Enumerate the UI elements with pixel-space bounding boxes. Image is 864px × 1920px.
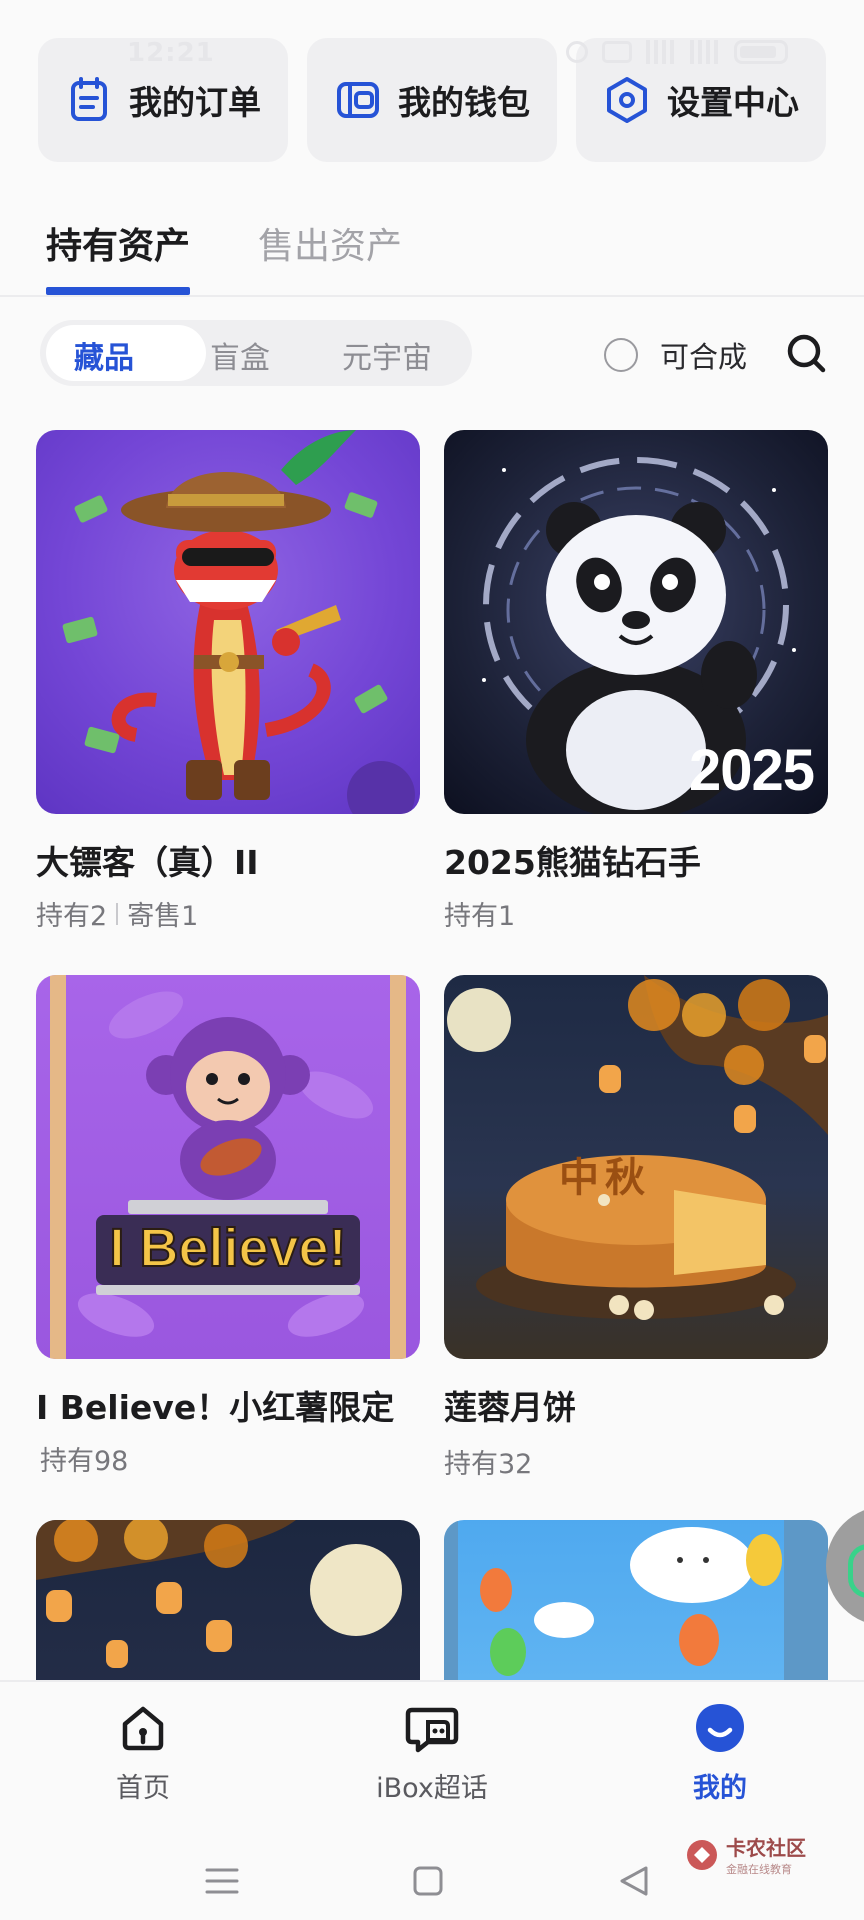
balloons-illustration: [444, 1520, 828, 1680]
asset-thumbnail-monkey: I Believe!: [36, 975, 420, 1359]
synthesizable-filter[interactable]: 可合成: [604, 334, 747, 376]
asset-tabs: 持有资产 售出资产: [0, 205, 864, 297]
asset-card[interactable]: [444, 1520, 828, 1680]
bottom-navigation: 首页 iBox超话 我的: [0, 1680, 864, 1804]
asset-thumbnail-panda: 2025: [444, 430, 828, 814]
meta-divider: [116, 902, 119, 925]
order-list-icon: [71, 77, 107, 121]
asset-card[interactable]: I Believe! I Believe！小红薯限定 持有98: [36, 975, 420, 1477]
cowboy-snake-illustration: [62, 430, 415, 814]
signal-icon-2: [690, 40, 720, 64]
asset-name: I Believe！小红薯限定: [36, 1388, 395, 1427]
nav-item-ibox-topics[interactable]: iBox超话: [332, 1700, 532, 1805]
asset-meta: 持有1: [444, 894, 515, 933]
watermark-subtitle: 金融在线教育: [726, 1863, 792, 1876]
panda-year-label: 2025: [688, 738, 815, 803]
alarm-icon: [566, 41, 588, 63]
asset-held-count: 持有1: [444, 901, 516, 932]
nav-item-home[interactable]: 首页: [43, 1700, 243, 1805]
home-icon: [122, 1706, 164, 1751]
watermark: 卡农社区 金融在线教育: [684, 1832, 806, 1877]
asset-name: 莲蓉月饼: [444, 1388, 576, 1427]
asset-thumbnail-cowboy-snake: [36, 430, 420, 814]
asset-name: 大镖客（真）II: [36, 843, 259, 882]
asset-thumbnail-lantern-moon: [36, 1520, 420, 1680]
i-believe-banner-text: I Believe!: [108, 1217, 347, 1279]
mooncake-stamp-text: 中秋: [559, 1155, 651, 1201]
synthesizable-label: 可合成: [660, 340, 748, 374]
nav-label-ibox-topics: iBox超话: [376, 1773, 488, 1804]
asset-card[interactable]: 大镖客（真）II 持有2 寄售1: [36, 430, 420, 932]
asset-card[interactable]: [36, 1520, 420, 1680]
asset-thumbnail-balloons: [444, 1520, 828, 1680]
segment-metaverse[interactable]: 元宇宙: [342, 333, 432, 377]
watermark-logo-icon: [687, 1839, 717, 1870]
signal-icon: [646, 40, 676, 64]
status-time: 12:21: [127, 38, 215, 68]
hd-icon: [602, 41, 632, 63]
asset-held-count: 持有98: [40, 1446, 129, 1477]
synthesizable-radio[interactable]: [604, 338, 638, 372]
category-segmented-control: 藏品 盲盒 元宇宙: [40, 320, 472, 386]
asset-meta: 持有2 寄售1: [36, 894, 198, 933]
nav-item-profile[interactable]: 我的: [620, 1700, 820, 1805]
home-square-icon[interactable]: [410, 1864, 446, 1898]
status-icons: [566, 40, 788, 64]
menu-icon[interactable]: [204, 1864, 240, 1898]
chat-bubble-icon: [405, 1707, 459, 1753]
asset-name: 2025熊猫钻石手: [444, 843, 701, 882]
nav-label-profile: 我的: [693, 1773, 747, 1804]
asset-held-count: 持有2: [36, 901, 108, 932]
tab-held-assets[interactable]: 持有资产: [46, 217, 190, 269]
battery-icon: [734, 40, 788, 64]
segment-collectibles[interactable]: 藏品: [74, 333, 134, 377]
profile-icon: [696, 1704, 744, 1752]
back-triangle-icon[interactable]: [616, 1864, 652, 1898]
asset-meta: 持有98: [40, 1439, 128, 1478]
status-bar: 12:21: [0, 36, 864, 74]
asset-meta: 持有32: [444, 1442, 532, 1481]
asset-thumbnail-mooncake: 中秋: [444, 975, 828, 1359]
tab-active-indicator: [46, 287, 190, 295]
watermark-title: 卡农社区: [726, 1836, 806, 1860]
segment-blind-box[interactable]: 盲盒: [210, 333, 270, 377]
settings-hex-icon: [607, 77, 647, 123]
asset-held-count: 持有32: [444, 1449, 533, 1480]
monkey-illustration: [50, 975, 406, 1359]
floating-assistant-bubble[interactable]: [826, 1506, 864, 1626]
asset-grid: 大镖客（真）II 持有2 寄售1 2025 2025熊猫钻石手 持有1 I Be…: [36, 430, 828, 1680]
my-orders-label: 我的订单: [129, 83, 261, 122]
lantern-moon-illustration: [36, 1520, 402, 1668]
settings-center-label: 设置中心: [667, 83, 799, 122]
asset-card[interactable]: 2025 2025熊猫钻石手 持有1: [444, 430, 828, 932]
watermark-text: 卡农社区 金融在线教育: [726, 1832, 806, 1877]
asset-consign-count: 寄售1: [127, 901, 199, 932]
tab-sold-assets[interactable]: 售出资产: [258, 217, 402, 269]
asset-card[interactable]: 中秋 莲蓉月饼 持有32: [444, 975, 828, 1480]
wallet-icon: [337, 82, 379, 118]
my-wallet-label: 我的钱包: [398, 83, 530, 122]
nav-label-home: 首页: [116, 1773, 170, 1804]
search-icon[interactable]: [785, 332, 827, 374]
